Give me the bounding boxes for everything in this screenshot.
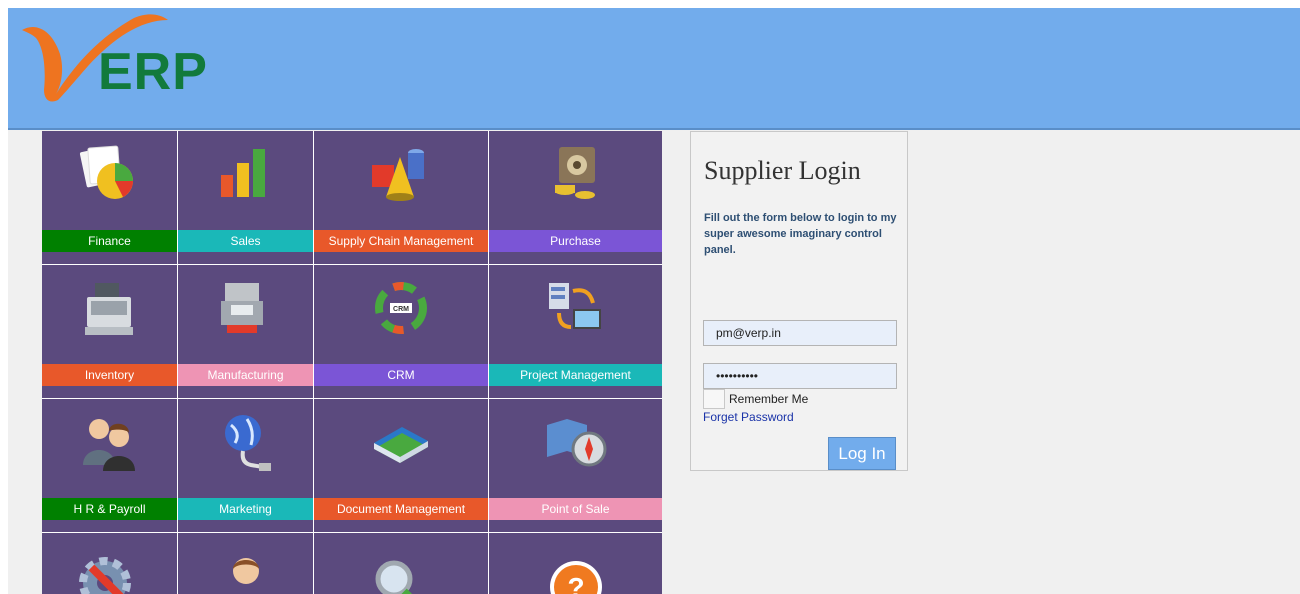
password-field[interactable]: •••••••••• (703, 363, 897, 389)
crm-cycle-icon: CRM (366, 273, 436, 343)
module-grid: Finance Sales Supply Chain Management Purch… (42, 131, 662, 594)
module-label: Purchase (489, 230, 662, 252)
people-icon (75, 407, 145, 477)
map-compass-icon (541, 407, 611, 477)
manufacturing-machine-icon (211, 273, 281, 343)
purchase-safe-icon (541, 139, 611, 209)
module-tile-document-management[interactable]: Document Management (314, 399, 488, 532)
remember-me-checkbox[interactable] (703, 389, 725, 409)
module-tile-extra-4[interactable]: ? (489, 533, 662, 594)
module-tile-crm[interactable]: CRM CRM (314, 265, 488, 398)
module-label: Finance (42, 230, 177, 252)
module-label: CRM (314, 364, 488, 386)
sales-bar-chart-icon (211, 139, 281, 209)
module-label: Sales (178, 230, 313, 252)
verp-logo[interactable]: ERP (20, 8, 220, 118)
login-description: Fill out the form below to login to my s… (704, 212, 897, 256)
module-tile-finance[interactable]: Finance (42, 131, 177, 264)
user-person-icon (211, 547, 281, 594)
help-question-icon: ? (541, 547, 611, 594)
module-label: Inventory (42, 364, 177, 386)
svg-text:?: ? (567, 572, 584, 594)
project-management-icon (541, 273, 611, 343)
forget-password-link[interactable]: Forget Password (703, 410, 794, 424)
module-tile-sales[interactable]: Sales (178, 131, 313, 264)
module-label: Point of Sale (489, 498, 662, 520)
globe-network-icon (211, 407, 281, 477)
module-label: Document Management (314, 498, 488, 520)
logo-text: ERP (98, 43, 208, 101)
svg-text:CRM: CRM (393, 306, 409, 313)
module-tile-extra-2[interactable] (178, 533, 313, 594)
cash-register-icon (75, 273, 145, 343)
module-tile-point-of-sale[interactable]: Point of Sale (489, 399, 662, 532)
module-tile-manufacturing[interactable]: Manufacturing (178, 265, 313, 398)
books-icon (366, 407, 436, 477)
module-tile-h-r-payroll[interactable]: H R & Payroll (42, 399, 177, 532)
module-label: Manufacturing (178, 364, 313, 386)
module-label: Marketing (178, 498, 313, 520)
module-tile-marketing[interactable]: Marketing (178, 399, 313, 532)
supplier-login-panel: Supplier Login Fill out the form below t… (690, 131, 908, 471)
finance-chart-icon (75, 139, 145, 209)
login-button[interactable]: Log In (828, 437, 896, 470)
module-tile-supply-chain-management[interactable]: Supply Chain Management (314, 131, 488, 264)
module-label: H R & Payroll (42, 498, 177, 520)
module-tile-purchase[interactable]: Purchase (489, 131, 662, 264)
email-field[interactable]: pm@verp.in (703, 320, 897, 346)
module-tile-extra-3[interactable] (314, 533, 488, 594)
login-title: Supplier Login (704, 156, 861, 185)
module-label: Supply Chain Management (314, 230, 488, 252)
header-bar: ERP (8, 8, 1300, 130)
page-frame: ERP Finance Sales Supply Chain Management P… (8, 8, 1300, 594)
settings-gear-icon (75, 547, 145, 594)
module-tile-inventory[interactable]: Inventory (42, 265, 177, 398)
remember-me-label: Remember Me (729, 392, 809, 406)
search-magnifier-icon (366, 547, 436, 594)
module-tile-project-management[interactable]: Project Management (489, 265, 662, 398)
supply-chain-shapes-icon (366, 139, 436, 209)
module-label: Project Management (489, 364, 662, 386)
module-tile-extra-1[interactable] (42, 533, 177, 594)
